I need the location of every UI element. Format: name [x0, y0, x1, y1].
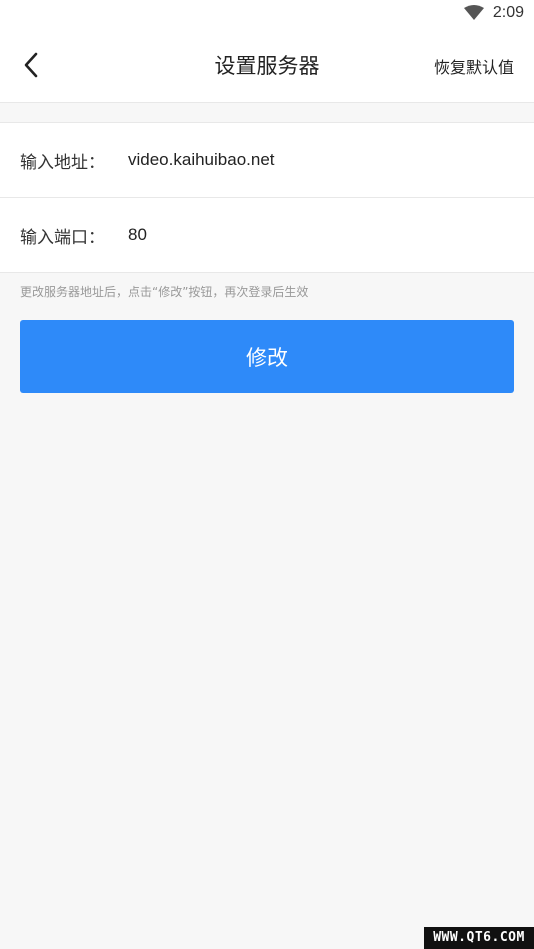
address-label: 输入地址： — [20, 153, 105, 173]
address-input[interactable] — [128, 143, 508, 177]
port-row: 输入端口： — [0, 197, 534, 272]
watermark: WWW.QT6.COM — [424, 927, 534, 949]
reset-default-button[interactable]: 恢复默认值 — [434, 54, 514, 78]
server-form: 输入地址： 输入端口： — [0, 122, 534, 273]
address-row: 输入地址： — [0, 123, 534, 197]
status-time: 2:09 — [492, 4, 524, 21]
nav-bar: 设置服务器 恢复默认值 — [0, 28, 534, 103]
status-bar: 2:09 — [0, 0, 534, 28]
port-input[interactable] — [128, 218, 508, 252]
port-label: 输入端口： — [20, 228, 105, 248]
wifi-icon — [464, 5, 484, 20]
modify-button[interactable]: 修改 — [20, 320, 514, 393]
hint-text: 更改服务器地址后，点击“修改”按钮，再次登录后生效 — [20, 285, 309, 299]
